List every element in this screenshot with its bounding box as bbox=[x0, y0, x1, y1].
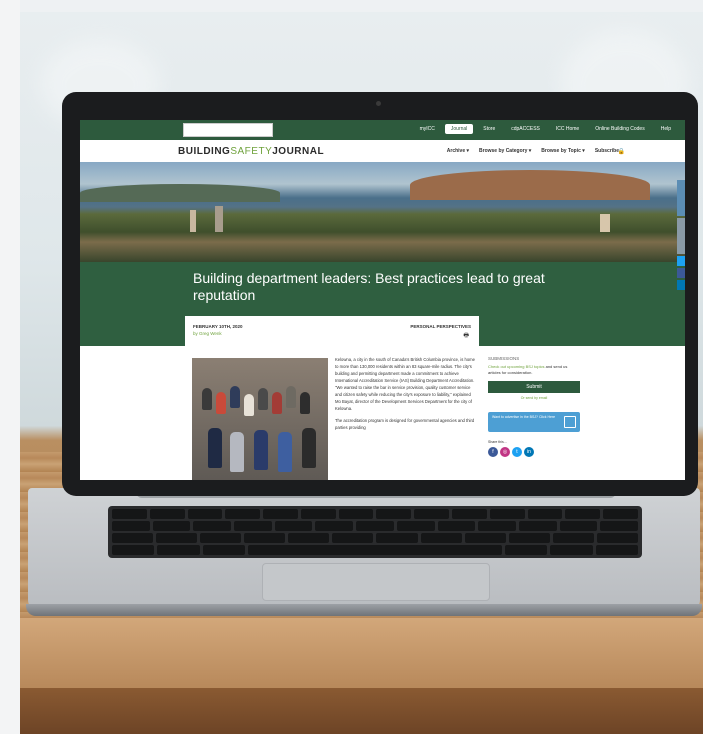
photo-person bbox=[272, 392, 282, 414]
photo-person bbox=[216, 392, 226, 414]
site-header: BUILDINGSAFETYJOURNAL Archive ▾ Browse b… bbox=[80, 140, 685, 163]
mountain bbox=[80, 184, 280, 202]
article-byline[interactable]: by Greg Wenk bbox=[193, 331, 222, 336]
site-top-bar: myICC Journal Store cdpACCESS ICC Home O… bbox=[80, 120, 685, 140]
sidebar: SUBMISSIONS Check out upcoming BSJ topic… bbox=[488, 356, 580, 457]
linkedin-icon[interactable]: in bbox=[524, 447, 534, 457]
side-social-tabs bbox=[677, 180, 685, 292]
sidebar-title: SUBMISSIONS bbox=[488, 356, 520, 361]
building bbox=[215, 206, 223, 232]
table-front bbox=[20, 688, 703, 734]
instagram-icon[interactable]: ◎ bbox=[500, 447, 510, 457]
topnav-store[interactable]: Store bbox=[477, 124, 501, 134]
nav-topic[interactable]: Browse by Topic ▾ bbox=[541, 148, 585, 154]
facebook-icon[interactable]: f bbox=[488, 447, 498, 457]
article-headline: Building department leaders: Best practi… bbox=[193, 270, 545, 303]
site-logo[interactable]: BUILDINGSAFETYJOURNAL bbox=[178, 146, 324, 157]
main-navigation: Archive ▾ Browse by Category ▾ Browse by… bbox=[447, 148, 619, 154]
article-paragraph-2: The accreditation program is designed fo… bbox=[335, 418, 475, 430]
article-body: Kelowna, a city in the south of Canada's… bbox=[335, 356, 475, 431]
side-tab-subscribe[interactable] bbox=[677, 180, 685, 216]
laptop-camera bbox=[376, 101, 381, 106]
print-icon[interactable]: 🖶 bbox=[463, 331, 469, 341]
photo-person bbox=[258, 388, 268, 410]
top-background-strip bbox=[0, 0, 703, 12]
nav-subscribe[interactable]: Subscribe bbox=[595, 148, 619, 154]
building bbox=[190, 210, 196, 232]
laptop-trackpad bbox=[262, 563, 490, 601]
photo-person bbox=[278, 432, 292, 472]
lock-icon[interactable]: 🔒 bbox=[618, 148, 625, 155]
photo-person bbox=[202, 388, 212, 410]
article-paragraph-1: Kelowna, a city in the south of Canada's… bbox=[335, 357, 475, 411]
topnav-cdpaccess[interactable]: cdpACCESS bbox=[505, 124, 546, 134]
logo-part-1: BUILDING bbox=[178, 146, 231, 157]
table-edge bbox=[20, 618, 703, 688]
nav-category[interactable]: Browse by Category ▾ bbox=[479, 148, 531, 154]
topics-link[interactable]: Check out upcoming BSJ topics bbox=[488, 364, 544, 369]
article-date: FEBRUARY 10TH, 2020 bbox=[193, 324, 243, 329]
article-category[interactable]: PERSONAL PERSPECTIVES bbox=[410, 324, 471, 329]
photo-person bbox=[302, 428, 316, 468]
photo-person bbox=[230, 386, 240, 408]
left-background bbox=[0, 0, 20, 734]
email-link[interactable]: Or send by email bbox=[488, 396, 580, 400]
photo-person bbox=[230, 432, 244, 472]
twitter-icon[interactable]: t bbox=[512, 447, 522, 457]
sidebar-text: Check out upcoming BSJ topics and send u… bbox=[488, 364, 580, 376]
topnav-online-codes[interactable]: Online Building Codes bbox=[589, 124, 650, 134]
article-meta: FEBRUARY 10TH, 2020 by Greg Wenk PERSONA… bbox=[185, 316, 479, 346]
linkedin-icon[interactable] bbox=[677, 280, 685, 290]
submit-button[interactable]: Submit bbox=[488, 381, 580, 393]
laptop-screen: myICC Journal Store cdpACCESS ICC Home O… bbox=[80, 120, 685, 480]
share-label: Share this... bbox=[488, 440, 507, 444]
share-icons: f ◎ t in bbox=[488, 447, 580, 457]
group-photo bbox=[192, 358, 328, 480]
photo-person bbox=[244, 394, 254, 416]
top-navigation: myICC Journal Store cdpACCESS ICC Home O… bbox=[414, 124, 677, 134]
topnav-myicc[interactable]: myICC bbox=[414, 124, 441, 134]
logo-part-3: JOURNAL bbox=[272, 146, 325, 157]
building bbox=[600, 214, 610, 232]
photo-person bbox=[254, 430, 268, 470]
monitor-icon bbox=[564, 416, 576, 428]
topnav-help[interactable]: Help bbox=[655, 124, 677, 134]
photo-person bbox=[208, 428, 222, 468]
twitter-icon[interactable] bbox=[677, 256, 685, 266]
nav-archive[interactable]: Archive ▾ bbox=[447, 148, 469, 154]
laptop-front-lip bbox=[26, 604, 702, 616]
logo-part-2: SAFETY bbox=[230, 146, 273, 157]
search-input[interactable] bbox=[183, 123, 273, 137]
facebook-icon[interactable] bbox=[677, 268, 685, 278]
photo-person bbox=[300, 392, 310, 414]
laptop-keyboard bbox=[108, 506, 642, 558]
mountain bbox=[410, 170, 650, 200]
topnav-journal[interactable]: Journal bbox=[444, 124, 474, 134]
advertise-text: Want to advertise in the BSJ? Click Here bbox=[492, 415, 556, 419]
topnav-icc-home[interactable]: ICC Home bbox=[550, 124, 585, 134]
hero-cityscape-image bbox=[80, 162, 685, 262]
photo-person bbox=[286, 386, 296, 408]
side-tab-contact[interactable] bbox=[677, 218, 685, 254]
advertise-banner[interactable]: Want to advertise in the BSJ? Click Here bbox=[488, 412, 580, 432]
